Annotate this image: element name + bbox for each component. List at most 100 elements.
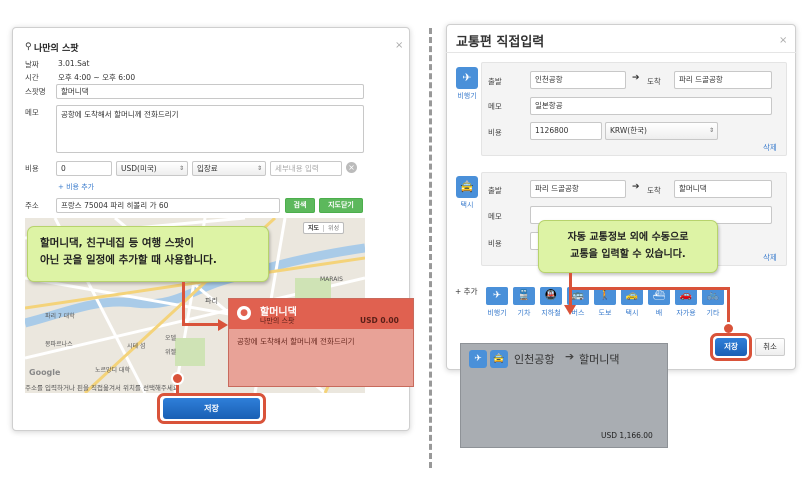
summary-cost: USD 1,166.00: [601, 431, 653, 440]
map-label-normandie: 노르망디 대학: [95, 367, 131, 374]
arrive-input[interactable]: 할머니댁: [674, 180, 772, 198]
bus-icon: 🚌: [571, 290, 585, 301]
map-label-univ7: 파리 7 대학: [45, 313, 75, 320]
transport-train-button[interactable]: 🚆: [513, 287, 535, 305]
segment-mode-label: 택시: [460, 201, 474, 209]
arrow-dot: [171, 372, 184, 385]
add-cost-link[interactable]: + 비용 추가: [58, 182, 94, 192]
memo-label: 메모: [488, 212, 502, 221]
dialog-title: 교통편 직접입력: [456, 35, 545, 50]
date-value: 3.01.Sat: [58, 59, 90, 68]
summary-to: 할머니댁: [579, 353, 620, 366]
currency-select[interactable]: USD(미국) ⇕: [116, 161, 188, 176]
time-value: 오후 4:00 ~ 오후 6:00: [58, 73, 136, 82]
chevron-updown-icon: ⇕: [256, 165, 262, 172]
transport-label-ship: 배: [655, 309, 663, 317]
transport-help-callout: 자동 교통정보 외에 수동으로 교통을 입력할 수 있습니다.: [538, 220, 718, 273]
map-label-paris: 파리: [205, 297, 218, 305]
save-button[interactable]: 저장: [715, 338, 747, 356]
cost-detail-input[interactable]: 세부내용 입력: [270, 161, 342, 176]
preview-subtitle: 나만의 스팟: [260, 317, 295, 325]
spot-help-callout: 할머니댁, 친구네집 등 여행 스팟이 아닌 곳을 일정에 추가할 때 사용합니…: [27, 226, 269, 282]
airplane-icon: ✈: [474, 354, 482, 364]
transport-subway-button[interactable]: 🚇: [540, 287, 562, 305]
map-type-satellite[interactable]: 위성: [323, 225, 344, 232]
arrow-right-icon: ➔: [632, 73, 640, 83]
airplane-tile: ✈: [456, 67, 478, 89]
cost-input[interactable]: 1126800: [530, 122, 602, 140]
bicycle-icon: 🚲: [706, 290, 720, 301]
transport-label-other: 기타: [706, 309, 720, 317]
car-icon: 🚗: [679, 290, 693, 301]
cost-label: 비용: [488, 239, 502, 248]
category-select[interactable]: 입장료 ⇕: [192, 161, 266, 176]
preview-cost: USD 0.00: [360, 316, 399, 325]
currency-value: USD(미국): [121, 164, 157, 173]
date-label: 날짜: [25, 60, 39, 69]
close-icon[interactable]: ×: [779, 35, 787, 46]
chevron-updown-icon: ⇕: [708, 127, 714, 134]
callout-line-2: 교통을 입력할 수 있습니다.: [570, 249, 686, 260]
save-button[interactable]: 저장: [163, 398, 260, 419]
category-value: 입장료: [197, 164, 218, 173]
arrow-right-icon: ➔: [565, 350, 575, 363]
search-button[interactable]: 검색: [285, 198, 315, 213]
address-input[interactable]: 프랑스 75004 파리 히볼리 가 60: [56, 198, 280, 213]
depart-input[interactable]: 인천공항: [530, 71, 626, 89]
depart-input[interactable]: 파리 드골공항: [530, 180, 626, 198]
transport-airplane-button[interactable]: ✈: [486, 287, 508, 305]
cancel-button[interactable]: 취소: [755, 338, 785, 356]
add-transport-label: + 추가: [455, 287, 478, 296]
close-icon[interactable]: ×: [395, 40, 403, 51]
title-divider: [446, 52, 796, 53]
transport-label-airplane: 비행기: [487, 309, 507, 317]
arrow-line-down: [727, 287, 730, 327]
taxi-tile: 🚖: [456, 176, 478, 198]
arrow-line-horizontal: [569, 287, 729, 290]
delete-segment-link[interactable]: 삭제: [763, 252, 777, 263]
transport-label-taxi: 택시: [625, 309, 639, 317]
close-map-button[interactable]: 지도닫기: [319, 198, 363, 213]
arrow-line-horizontal: [182, 323, 220, 326]
arrow-right-icon: ➔: [632, 182, 640, 192]
arrow-head-down: [564, 305, 576, 315]
transport-label-subway: 지하철: [541, 309, 561, 317]
airplane-icon: ✈: [492, 290, 502, 301]
arrow-line-vertical: [182, 282, 185, 326]
transport-label-train: 기차: [517, 309, 531, 317]
callout-line-2: 아닌 곳을 일정에 추가할 때 사용합니다.: [40, 254, 217, 266]
delete-segment-link[interactable]: 삭제: [763, 142, 777, 153]
arrow-head-right: [218, 319, 228, 331]
currency-select[interactable]: KRW(한국) ⇕: [605, 122, 718, 140]
dialog-title: 나만의 스팟: [34, 44, 79, 54]
user-icon: ●: [237, 306, 251, 320]
memo-label: 메모: [25, 108, 39, 117]
cost-label: 비용: [25, 164, 39, 173]
map-type-map[interactable]: 지도: [304, 225, 323, 232]
map-label-odeon: 오델: [165, 335, 177, 342]
memo-input[interactable]: 일본항공: [530, 97, 772, 115]
cost-label: 비용: [488, 128, 502, 137]
map-label-marais: MARAIS: [320, 276, 343, 283]
spot-name-label: 스팟명: [25, 87, 46, 96]
spot-name-input[interactable]: 할머니댁: [56, 84, 364, 99]
map-type-toggle: 지도 위성: [303, 222, 345, 234]
arrive-input[interactable]: 파리 드골공항: [674, 71, 772, 89]
transport-summary-card: ✈ 🚖 인천공항 ➔ 할머니댁 USD 1,166.00: [460, 343, 668, 448]
cost-input[interactable]: 0: [56, 161, 112, 176]
arrow-line-vertical: [569, 273, 572, 308]
memo-textarea[interactable]: 공항에 도착해서 할머니께 전화드리기: [56, 105, 364, 153]
taxi-icon: 🚕: [625, 290, 639, 301]
remove-cost-icon[interactable]: ×: [346, 162, 357, 173]
segment-mode-label: 비행기: [457, 92, 477, 100]
preview-memo: 공항에 도착해서 할머니께 전화드리기: [237, 337, 355, 346]
train-icon: 🚆: [517, 290, 531, 301]
airplane-icon: ✈: [462, 71, 472, 84]
google-logo: Google: [29, 368, 61, 377]
arrive-label: 도착: [647, 77, 661, 86]
arrive-label: 도착: [647, 186, 661, 195]
map-label-wiesel: 위젤: [165, 349, 177, 356]
airplane-badge: ✈: [469, 350, 487, 368]
pin-icon: ⚲: [25, 42, 32, 52]
transport-label-walk: 도보: [598, 309, 612, 317]
